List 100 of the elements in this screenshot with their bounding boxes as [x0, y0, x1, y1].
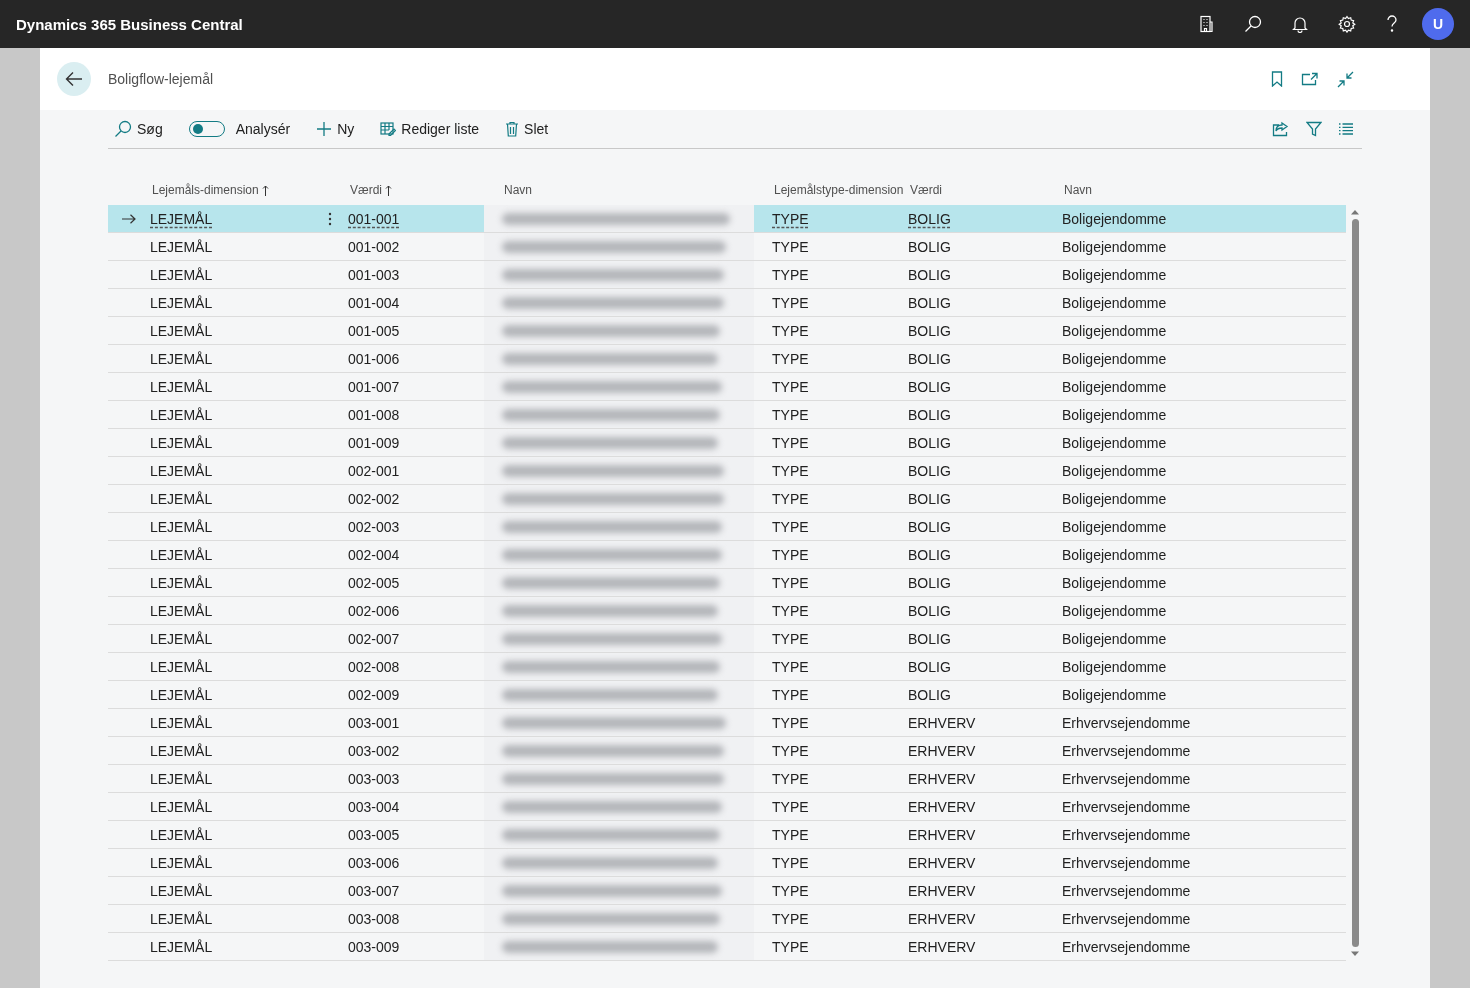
- table-cell: 003-005: [348, 826, 400, 843]
- analyze-toggle[interactable]: Analysér: [180, 119, 293, 139]
- table-cell: LEJEMÅL: [150, 546, 213, 563]
- table-row[interactable]: LEJEMÅL 003-001 TYPE ERHVERV Erhvervsejendomme: [108, 709, 1346, 737]
- table-cell: 001-002: [348, 238, 400, 255]
- help-icon[interactable]: [1386, 15, 1398, 33]
- table-row[interactable]: LEJEMÅL 001-002 TYPE BOLIG Boligejendomme: [108, 233, 1346, 261]
- table-cell: BOLIG: [908, 602, 951, 619]
- back-button[interactable]: [57, 62, 91, 96]
- table-cell: 001-009: [348, 434, 400, 451]
- filter-icon[interactable]: [1306, 121, 1322, 137]
- bookmark-icon[interactable]: [1271, 71, 1283, 87]
- table-row[interactable]: LEJEMÅL 001-007 TYPE BOLIG Boligejendomme: [108, 373, 1346, 401]
- table-cell: LEJEMÅL: [150, 350, 213, 367]
- column-header[interactable]: Navn: [502, 183, 532, 197]
- table-cell: TYPE: [772, 378, 809, 395]
- table-row[interactable]: LEJEMÅL 003-009 TYPE ERHVERV Erhvervsejendomme: [108, 933, 1346, 961]
- table-row[interactable]: LEJEMÅL 003-004 TYPE ERHVERV Erhvervsejendomme: [108, 793, 1346, 821]
- table-cell: BOLIG: [908, 266, 951, 283]
- table-cell: 003-007: [348, 882, 400, 899]
- table-cell: Boligejendomme: [1062, 630, 1167, 647]
- table-cell: 001-004: [348, 294, 400, 311]
- search-icon[interactable]: [1244, 15, 1262, 33]
- scroll-down-icon[interactable]: [1351, 951, 1359, 957]
- search-button[interactable]: Søg: [108, 118, 165, 140]
- new-button[interactable]: Ny: [308, 119, 357, 139]
- share-icon[interactable]: [1272, 121, 1290, 137]
- table-cell: Erhvervsejendomme: [1062, 826, 1191, 843]
- column-header[interactable]: Lejemåls-dimension: [150, 183, 259, 197]
- table-cell: BOLIG: [908, 350, 951, 367]
- more-options-icon[interactable]: [328, 211, 332, 226]
- table-cell: 002-004: [348, 546, 400, 563]
- table-row[interactable]: LEJEMÅL 003-007 TYPE ERHVERV Erhvervsejendomme: [108, 877, 1346, 905]
- table-cell: TYPE: [772, 406, 809, 423]
- table-cell: LEJEMÅL: [150, 462, 213, 479]
- open-new-window-icon[interactable]: [1301, 72, 1319, 86]
- table-row[interactable]: LEJEMÅL 002-009 TYPE BOLIG Boligejendomme: [108, 681, 1346, 709]
- settings-icon[interactable]: [1338, 15, 1356, 33]
- table-cell: TYPE: [772, 462, 809, 479]
- table-row[interactable]: LEJEMÅL 001-008 TYPE BOLIG Boligejendomme: [108, 401, 1346, 429]
- table-row[interactable]: LEJEMÅL 003-003 TYPE ERHVERV Erhvervsejendomme: [108, 765, 1346, 793]
- table-row[interactable]: LEJEMÅL 003-002 TYPE ERHVERV Erhvervsejendomme: [108, 737, 1346, 765]
- table-row[interactable]: LEJEMÅL 001-004 TYPE BOLIG Boligejendomme: [108, 289, 1346, 317]
- table-row[interactable]: LEJEMÅL 002-004 TYPE BOLIG Boligejendomme: [108, 541, 1346, 569]
- table-cell: Boligejendomme: [1062, 434, 1167, 451]
- table-cell: TYPE: [772, 322, 809, 339]
- table-cell: 001-008: [348, 406, 400, 423]
- table-cell: TYPE: [772, 742, 809, 759]
- table-cell: BOLIG: [908, 294, 951, 311]
- table-cell: 003-004: [348, 798, 400, 815]
- table-cell: TYPE: [772, 826, 809, 843]
- table-row[interactable]: LEJEMÅL 002-002 TYPE BOLIG Boligejendomme: [108, 485, 1346, 513]
- table-cell: Boligejendomme: [1062, 378, 1167, 395]
- user-avatar[interactable]: U: [1422, 8, 1454, 40]
- scroll-up-icon[interactable]: [1351, 209, 1359, 215]
- table-row[interactable]: LEJEMÅL 001-005 TYPE BOLIG Boligejendomme: [108, 317, 1346, 345]
- table-row[interactable]: LEJEMÅL 001-006 TYPE BOLIG Boligejendomme: [108, 345, 1346, 373]
- table-row[interactable]: LEJEMÅL 003-008 TYPE ERHVERV Erhvervsejendomme: [108, 905, 1346, 933]
- table-row[interactable]: LEJEMÅL 002-007 TYPE BOLIG Boligejendomme: [108, 625, 1346, 653]
- table-cell: Boligejendomme: [1062, 602, 1167, 619]
- table-cell: 001-005: [348, 322, 400, 339]
- column-header[interactable]: Lejemålstype-dimension: [772, 183, 904, 197]
- list-view-icon[interactable]: [1338, 123, 1354, 135]
- delete-button[interactable]: Slet: [497, 119, 551, 139]
- building-icon[interactable]: [1198, 15, 1214, 33]
- table-row[interactable]: LEJEMÅL 001-001 TYPE BOLIG Boligejendomme: [108, 205, 1346, 233]
- table-cell: LEJEMÅL: [150, 378, 213, 395]
- table-cell: Erhvervsejendomme: [1062, 714, 1191, 731]
- table-cell: ERHVERV: [908, 714, 976, 731]
- table-cell: LEJEMÅL: [150, 742, 213, 759]
- edit-list-button[interactable]: Rediger liste: [372, 119, 482, 139]
- table-cell: 002-005: [348, 574, 400, 591]
- bell-icon[interactable]: [1292, 15, 1308, 33]
- table-cell: Boligejendomme: [1062, 322, 1167, 339]
- collapse-icon[interactable]: [1337, 70, 1354, 88]
- back-arrow-icon: [65, 71, 83, 87]
- table-cell: ERHVERV: [908, 742, 976, 759]
- table-row[interactable]: LEJEMÅL 002-003 TYPE BOLIG Boligejendomme: [108, 513, 1346, 541]
- table-row[interactable]: LEJEMÅL 002-006 TYPE BOLIG Boligejendomme: [108, 597, 1346, 625]
- table-cell: BOLIG: [908, 546, 951, 563]
- table-row[interactable]: LEJEMÅL 002-001 TYPE BOLIG Boligejendomme: [108, 457, 1346, 485]
- table-cell: BOLIG: [908, 658, 951, 675]
- trash-icon: [505, 121, 520, 137]
- table-row[interactable]: LEJEMÅL 003-006 TYPE ERHVERV Erhvervsejendomme: [108, 849, 1346, 877]
- table-cell: LEJEMÅL: [150, 574, 213, 591]
- table-row[interactable]: LEJEMÅL 003-005 TYPE ERHVERV Erhvervsejendomme: [108, 821, 1346, 849]
- column-header[interactable]: Værdi: [908, 183, 942, 197]
- table-row[interactable]: LEJEMÅL 002-008 TYPE BOLIG Boligejendomme: [108, 653, 1346, 681]
- table-cell: TYPE: [772, 434, 809, 451]
- table-cell: LEJEMÅL: [150, 770, 213, 787]
- column-header[interactable]: Værdi: [348, 183, 382, 197]
- table-cell: Boligejendomme: [1062, 294, 1167, 311]
- table-row[interactable]: LEJEMÅL 001-009 TYPE BOLIG Boligejendomme: [108, 429, 1346, 457]
- table-cell: TYPE: [772, 882, 809, 899]
- table-cell: 001-007: [348, 378, 400, 395]
- column-header[interactable]: Navn: [1062, 183, 1092, 197]
- table-cell: LEJEMÅL: [150, 910, 213, 927]
- table-cell: Erhvervsejendomme: [1062, 798, 1191, 815]
- table-row[interactable]: LEJEMÅL 001-003 TYPE BOLIG Boligejendomme: [108, 261, 1346, 289]
- table-row[interactable]: LEJEMÅL 002-005 TYPE BOLIG Boligejendomme: [108, 569, 1346, 597]
